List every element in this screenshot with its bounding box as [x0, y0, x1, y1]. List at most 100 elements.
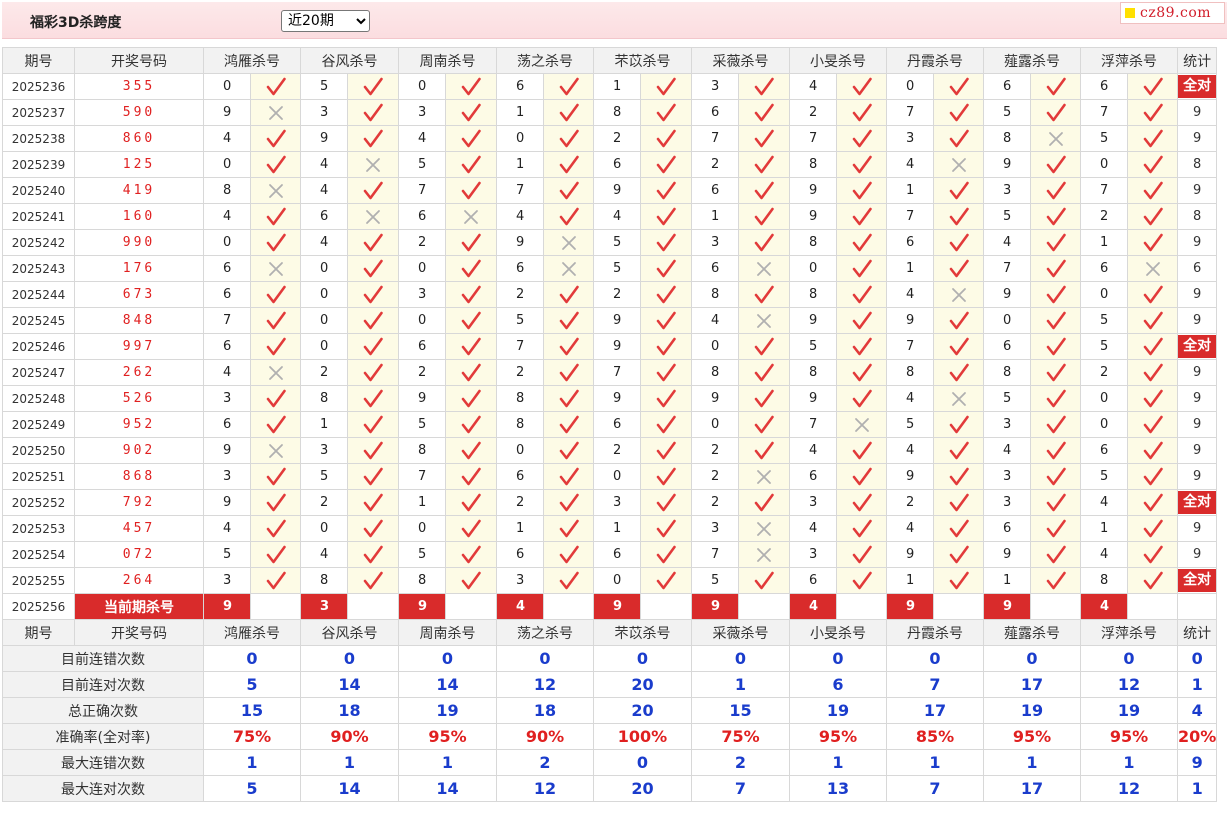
check-icon: [656, 545, 676, 565]
period-select[interactable]: 近20期: [281, 10, 370, 32]
check-icon: [852, 233, 872, 253]
check-icon: [852, 207, 872, 227]
check-icon: [656, 181, 676, 201]
stat-cell: 9: [1176, 541, 1218, 568]
stats-value: 1: [1176, 671, 1218, 698]
stat-cell: 9: [1176, 359, 1218, 386]
issue-cell: 2025238: [2, 125, 75, 152]
check-icon: [852, 129, 872, 149]
kill-number-cell: 6: [496, 463, 544, 490]
kill-number-cell: 2: [691, 437, 739, 464]
current-kill-number: 9: [593, 593, 641, 620]
empty-cell: [640, 593, 692, 620]
site-logo[interactable]: cz89.com: [1120, 2, 1225, 24]
result-mark-cell: [1127, 411, 1178, 438]
check-icon: [1046, 233, 1066, 253]
check-icon: [1046, 77, 1066, 97]
check-icon: [1046, 519, 1066, 539]
check-icon: [461, 311, 481, 331]
stats-value: 18: [496, 697, 594, 724]
check-icon: [852, 311, 872, 331]
logo-square-icon: [1125, 8, 1135, 18]
kill-number-cell: 2: [398, 229, 446, 256]
check-icon: [363, 571, 383, 591]
check-icon: [1046, 311, 1066, 331]
stat-cell: 全对: [1176, 333, 1218, 360]
check-icon: [559, 129, 579, 149]
kill-number-cell: 6: [398, 203, 446, 230]
stats-value: 5: [203, 671, 301, 698]
result-mark-cell: [445, 73, 497, 100]
check-icon: [852, 545, 872, 565]
kill-number-cell: 6: [593, 411, 641, 438]
result-mark-cell: [738, 567, 790, 594]
check-icon: [656, 77, 676, 97]
result-mark-cell: [347, 99, 399, 126]
stats-value: 19: [1080, 697, 1178, 724]
check-icon: [852, 519, 872, 539]
result-mark-cell: [640, 359, 692, 386]
stat-cell: 6: [1176, 255, 1218, 282]
check-icon: [559, 77, 579, 97]
result-mark-cell: [445, 151, 497, 178]
kill-number-cell: 0: [496, 125, 544, 152]
stats-value: 95%: [789, 723, 887, 750]
result-mark-cell: [933, 177, 984, 204]
stat-cell: 全对: [1176, 73, 1218, 100]
stats-value: 7: [886, 671, 984, 698]
stats-value: 1: [886, 749, 984, 776]
empty-cell: [347, 593, 399, 620]
result-mark-cell: [640, 333, 692, 360]
kill-number-cell: 4: [1080, 489, 1128, 516]
check-icon: [266, 129, 286, 149]
check-icon: [754, 77, 774, 97]
kill-number-cell: 4: [203, 125, 251, 152]
result-mark-cell: [250, 411, 301, 438]
result-mark-cell: [1030, 333, 1081, 360]
all-correct-badge: 全对: [1178, 569, 1216, 592]
kill-number-cell: 3: [300, 437, 348, 464]
check-icon: [266, 311, 286, 331]
stats-value: 0: [983, 645, 1081, 672]
table-row: 2025247 262 4 2 2 2 7 8 8 8 8 2 9: [2, 359, 1218, 386]
stats-value: 0: [593, 645, 692, 672]
kill-number-cell: 9: [886, 463, 934, 490]
issue-cell: 2025236: [2, 73, 75, 100]
table-header-row: 期号 开奖号码 鸿雁杀号 谷风杀号 周南杀号 荡之杀号 芣苡杀号 采薇杀号 小旻杀号 丹霞杀号 薤露…: [2, 47, 1218, 74]
kill-number-cell: 7: [691, 125, 739, 152]
stats-value: 13: [789, 775, 887, 802]
result-mark-cell: [543, 541, 594, 568]
kill-number-cell: 6: [1080, 437, 1128, 464]
kill-number-cell: 0: [496, 437, 544, 464]
kill-number-cell: 2: [1080, 203, 1128, 230]
check-icon: [949, 363, 969, 383]
draw-number-cell: 419: [74, 177, 204, 204]
result-mark-cell: [1127, 281, 1178, 308]
check-icon: [1143, 337, 1163, 357]
result-mark-cell: [1030, 151, 1081, 178]
result-mark-cell: [1127, 229, 1178, 256]
result-mark-cell: [933, 411, 984, 438]
stats-value: 0: [789, 645, 887, 672]
check-icon: [852, 77, 872, 97]
kill-number-cell: 9: [593, 307, 641, 334]
check-icon: [754, 363, 774, 383]
result-mark-cell: [347, 489, 399, 516]
result-mark-cell: [1030, 489, 1081, 516]
issue-cell: 2025256: [2, 593, 75, 620]
check-icon: [1046, 181, 1066, 201]
kill-number-cell: 9: [983, 151, 1031, 178]
kill-number-cell: 7: [789, 411, 837, 438]
column-header: 荡之杀号: [496, 47, 594, 74]
kill-number-cell: 6: [203, 281, 251, 308]
check-icon: [1046, 337, 1066, 357]
check-icon: [1046, 207, 1066, 227]
kill-number-cell: 8: [886, 359, 934, 386]
kill-number-cell: 8: [691, 359, 739, 386]
result-mark-cell: [250, 515, 301, 542]
check-icon: [461, 571, 481, 591]
result-mark-cell: [250, 385, 301, 412]
result-mark-cell: [543, 203, 594, 230]
result-mark-cell: [640, 229, 692, 256]
current-kill-number: 4: [1080, 593, 1128, 620]
